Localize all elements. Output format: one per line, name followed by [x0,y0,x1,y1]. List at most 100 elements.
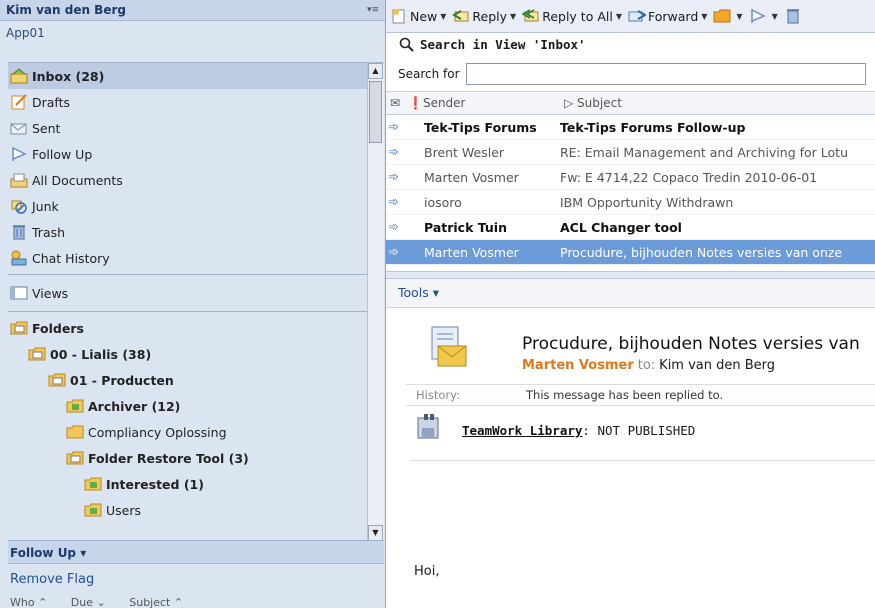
forward-icon [628,8,646,24]
table-row-selected[interactable]: ➾ Marten Vosmer Procudure, bijhouden Not… [386,240,875,265]
table-row[interactable]: ➾ Patrick Tuin ACL Changer tool [386,215,875,240]
all-documents-icon [10,172,28,188]
reply-all-icon [522,8,540,24]
search-bar: Search for [386,57,875,92]
nav-item-inbox[interactable]: Inbox (28) [8,63,368,89]
reply-button[interactable]: Reply ▼ [452,8,516,24]
nav-panel: Inbox (28) Drafts Sent Follow Up All Doc… [8,62,384,541]
right-pane: New▼ Reply▼ Reply to All▼ Forward▼ ▼ [386,0,875,608]
move-to-folder-button[interactable]: ▼ [713,8,743,24]
folder-item[interactable]: Folder Restore Tool (3) [8,445,368,471]
nav-scrollbar[interactable]: ▲ ▼ [367,63,384,541]
nav-divider [8,274,368,275]
scroll-thumb[interactable] [369,81,382,143]
folder-label: Archiver (12) [88,398,181,414]
folder-item[interactable]: 00 - Lialis (38) [8,341,368,367]
follow-up-header[interactable]: Follow Up ▾ [8,540,384,564]
teamwork-row: TeamWork Library: NOT PUBLISHED [416,414,695,447]
nav-item-all-documents[interactable]: All Documents [8,167,368,193]
search-icon [398,37,416,53]
message-body: Hoi, [414,564,440,579]
table-row[interactable]: ➾ Marten Vosmer Fw: E 4714,22 Copaco Tre… [386,165,875,190]
row-sender: Brent Wesler [424,144,505,160]
memo-icon [428,326,468,371]
sender-name[interactable]: Marten Vosmer [522,358,634,373]
nav-label: Inbox (28) [32,68,105,84]
views-icon [10,285,28,301]
column-subject[interactable]: ▷ Subject [564,96,875,110]
folder-item[interactable]: 01 - Producten [8,367,368,393]
message-from-line: Marten Vosmer to: Kim van den Berg [522,358,775,373]
folder-label: 01 - Producten [70,372,174,388]
nav-item-views[interactable]: Views [8,278,368,308]
row-subject: IBM Opportunity Withdrawn [560,194,734,210]
nav-label: Drafts [32,94,71,110]
table-row[interactable]: ➾ Brent Wesler RE: Email Management and … [386,140,875,165]
folder-item[interactable]: Archiver (12) [8,393,368,419]
nav-item-trash[interactable]: Trash [8,219,368,245]
divider [410,460,875,461]
arrow-right-icon: ➾ [388,144,399,160]
row-sender: Patrick Tuin [424,219,507,235]
follow-up-button[interactable]: ▼ [749,8,778,24]
column-due[interactable]: Due ⌄ [71,596,106,608]
follow-up-columns: Who ⌃ Due ⌄ Subject ⌃ [10,596,203,608]
row-sender: iosoro [424,194,462,210]
header-menu-icon[interactable]: ▾≡ [367,5,379,15]
scroll-up-icon[interactable]: ▲ [368,63,383,79]
remove-flag-link[interactable]: Remove Flag [10,572,94,587]
folder-label: 00 - Lialis (38) [50,346,152,362]
column-who[interactable]: Who ⌃ [10,596,47,608]
search-input[interactable] [465,63,866,85]
reply-label: Reply [472,8,508,24]
teamwork-library-link[interactable]: TeamWork Library [462,423,582,438]
folder-icon [10,320,28,336]
nav-item-folders[interactable]: Folders [8,315,368,341]
nav-label: Trash [32,224,66,240]
pane-splitter[interactable] [386,271,875,279]
scroll-down-icon[interactable]: ▼ [368,525,383,541]
forward-button[interactable]: Forward ▼ [628,8,707,24]
folder-label: Interested (1) [106,476,204,492]
arrow-right-icon: ➾ [388,119,399,135]
nav-item-follow-up[interactable]: Follow Up [8,141,368,167]
mailbox-header[interactable]: Kim van den Berg ▾≡ [0,0,385,21]
chat-history-icon [10,250,28,266]
folder-icon [28,346,46,362]
nav-item-junk[interactable]: Junk [8,193,368,219]
reply-all-label: Reply to All [542,8,613,24]
nav-item-chat-history[interactable]: Chat History [8,245,368,271]
new-label: New [410,8,438,24]
folder-item[interactable]: Users [8,497,368,523]
column-subject[interactable]: Subject ⌃ [129,596,183,608]
chevron-down-icon: ▼ [440,11,447,21]
delete-button[interactable] [784,8,804,24]
row-sender: Marten Vosmer [424,244,519,260]
reply-all-button[interactable]: Reply to All ▼ [522,8,622,24]
tools-menu[interactable]: Tools ▾ [386,279,875,308]
folder-icon [84,502,102,518]
column-subject-label: Subject [577,96,622,110]
left-navigator: Kim van den Berg ▾≡ App01 Inbox (28) Dra… [0,0,386,608]
row-subject: ACL Changer tool [560,219,682,235]
nav-label: All Documents [32,172,123,188]
envelope-icon[interactable]: ✉ [386,96,408,110]
table-row[interactable]: ➾ iosoro IBM Opportunity Withdrawn [386,190,875,215]
nav-item-drafts[interactable]: Drafts [8,89,368,115]
new-button[interactable]: New ▼ [390,8,446,24]
history-bar: History: This message has been replied t… [406,384,875,406]
folder-item[interactable]: Interested (1) [8,471,368,497]
to-label: to: [637,358,656,373]
folder-icon [66,398,84,414]
search-label: Search for [398,67,460,81]
trash-icon [10,224,28,240]
folder-item[interactable]: Compliancy Oplossing [8,419,368,445]
table-row[interactable]: ➾ Tek-Tips Forums Tek-Tips Forums Follow… [386,115,875,140]
nav-label: Views [32,285,69,301]
row-sender: Marten Vosmer [424,169,519,185]
view-column-header: ✉ ❗Sender ▷ Subject [386,92,875,115]
nav-divider [8,311,368,312]
teamwork-text: TeamWork Library: NOT PUBLISHED [462,423,695,438]
column-sender[interactable]: ❗Sender [408,96,564,110]
nav-item-sent[interactable]: Sent [8,115,368,141]
